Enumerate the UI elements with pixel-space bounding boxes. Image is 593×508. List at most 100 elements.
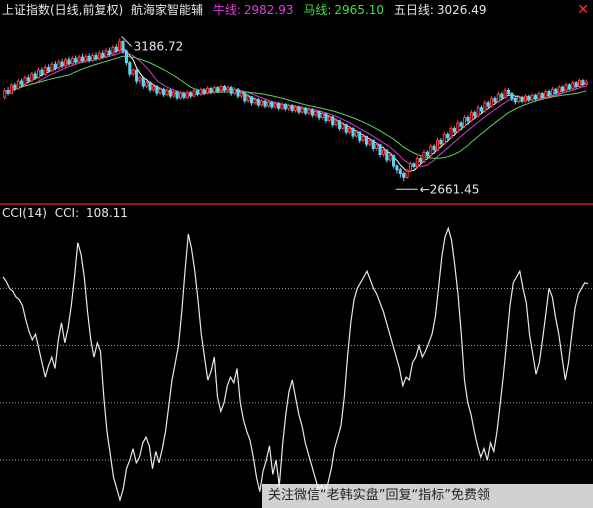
candle-body <box>561 86 565 92</box>
candle-body <box>148 81 152 91</box>
candle <box>554 87 558 96</box>
candle <box>168 88 172 99</box>
candle-body <box>53 63 57 69</box>
candle-body <box>80 56 85 62</box>
candle-body <box>506 89 511 95</box>
candle <box>138 75 142 84</box>
candle-body <box>337 120 342 129</box>
candle-body <box>381 149 385 155</box>
candle <box>263 99 267 109</box>
candle-body <box>23 77 27 85</box>
candle <box>165 88 169 97</box>
candle <box>432 144 436 152</box>
candle <box>135 68 139 84</box>
candle-body <box>456 122 460 133</box>
candle-body <box>270 101 274 108</box>
ma3-label: 五日线: <box>393 3 434 17</box>
candle <box>172 89 176 98</box>
candle-body <box>158 88 162 94</box>
candle-body <box>67 59 71 65</box>
candle <box>351 127 355 139</box>
candle <box>260 99 264 107</box>
candle <box>523 94 527 103</box>
candle-body <box>118 40 122 52</box>
candle <box>104 48 108 58</box>
chart-title: 上证指数(日线,前复权) <box>2 3 124 17</box>
candle-body <box>517 96 521 103</box>
candle <box>43 64 47 76</box>
candle <box>331 115 335 128</box>
candle <box>155 84 159 96</box>
candle <box>446 132 450 140</box>
candle-body <box>121 40 125 52</box>
candle-body <box>544 90 548 98</box>
candle <box>503 87 507 100</box>
candle-body <box>358 131 362 141</box>
candle-body <box>107 50 112 55</box>
candle-body <box>371 139 375 150</box>
candle-body <box>422 151 426 163</box>
candle-body <box>192 90 196 97</box>
candle-body <box>36 69 41 79</box>
candle <box>395 164 399 174</box>
ma1-label: 牛线: <box>212 3 241 17</box>
close-icon[interactable]: ✕ <box>577 3 589 17</box>
candle-body <box>503 89 507 98</box>
candle-body <box>239 92 243 97</box>
candle <box>496 91 500 104</box>
annotation-high-label: 3186.72 <box>134 39 184 53</box>
candle <box>398 167 402 178</box>
candle-body <box>392 155 396 167</box>
candle <box>283 102 287 111</box>
candle-body <box>540 93 544 98</box>
candle-body <box>429 145 433 157</box>
candle-body <box>155 86 159 94</box>
candle-body <box>483 102 487 112</box>
candle <box>249 95 254 106</box>
candle <box>70 56 74 66</box>
candle-body <box>378 144 382 155</box>
candle <box>297 105 301 115</box>
candle <box>557 84 561 95</box>
candle-body <box>534 94 538 100</box>
candle-body <box>520 96 524 102</box>
candle <box>476 105 480 118</box>
candle-body <box>74 58 78 63</box>
candle <box>483 100 487 113</box>
candle-body <box>128 62 132 75</box>
candle-body <box>412 163 416 167</box>
candle-body <box>50 63 54 72</box>
candle-body <box>361 136 365 141</box>
candle <box>371 139 375 152</box>
cci-name: CCI(14) <box>2 206 47 220</box>
candle <box>97 50 101 61</box>
ma1-value: 2982.93 <box>243 3 294 17</box>
candle <box>91 52 95 63</box>
candle <box>527 94 531 103</box>
candle-body <box>77 56 81 63</box>
candle <box>530 93 534 102</box>
candle-body <box>510 93 514 99</box>
candle-body <box>138 77 142 82</box>
candle <box>64 57 68 68</box>
candle-body <box>283 103 287 110</box>
candle <box>124 49 128 66</box>
candle-body <box>30 73 34 82</box>
candle <box>385 149 389 163</box>
candle-body <box>87 55 91 61</box>
candle-body <box>162 88 166 96</box>
candle-body <box>16 80 20 90</box>
candle-body <box>256 99 260 106</box>
candle-body <box>571 82 575 90</box>
candle-body <box>493 97 497 103</box>
candle-body <box>131 69 135 75</box>
candle-body <box>135 69 139 82</box>
candle-body <box>402 173 406 178</box>
candle <box>429 143 433 158</box>
candlestick-series <box>3 38 588 182</box>
candle-body <box>249 96 254 104</box>
candle-body <box>567 84 571 90</box>
candle <box>486 100 490 109</box>
candle-body <box>43 67 47 75</box>
candle-body <box>219 86 223 92</box>
